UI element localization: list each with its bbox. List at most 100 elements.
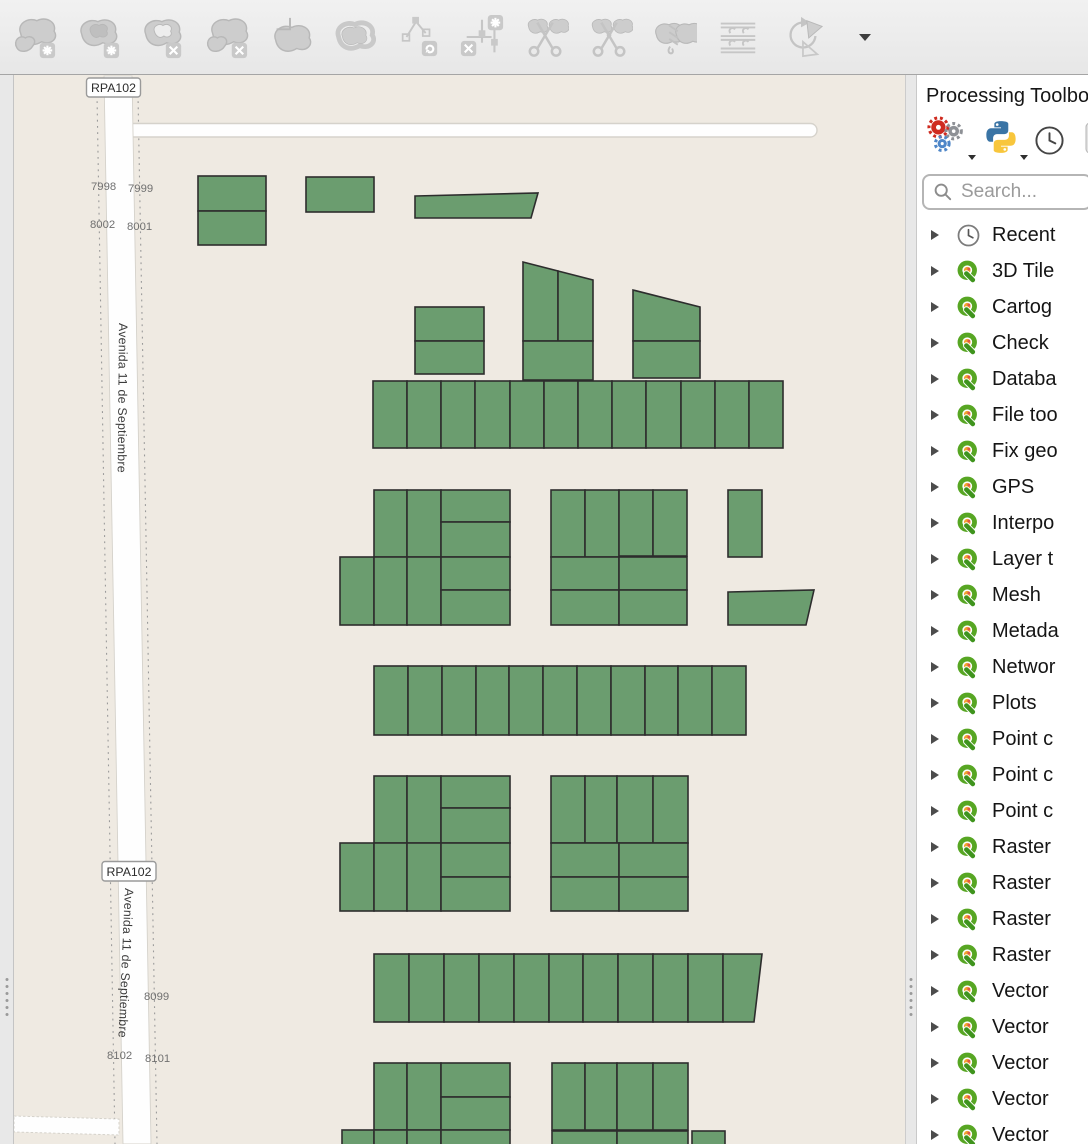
toolbox-options-gears-icon[interactable] bbox=[926, 114, 968, 161]
parcel-polygon[interactable] bbox=[552, 1063, 585, 1130]
parcel-polygon[interactable] bbox=[373, 381, 407, 448]
merge-attributes-icon[interactable] bbox=[715, 14, 761, 60]
parcel-polygon[interactable] bbox=[523, 341, 593, 380]
expander-triangle-icon[interactable] bbox=[931, 1130, 939, 1140]
parcel-polygon[interactable] bbox=[441, 808, 510, 843]
toolbox-group[interactable]: Point c bbox=[917, 793, 1088, 829]
parcel-polygon[interactable] bbox=[407, 1063, 441, 1130]
parcel-polygon[interactable] bbox=[374, 490, 407, 557]
parcel-polygon[interactable] bbox=[441, 877, 510, 911]
expander-triangle-icon[interactable] bbox=[931, 950, 939, 960]
parcel-polygon[interactable] bbox=[645, 666, 678, 735]
toolbox-group[interactable]: Vector bbox=[917, 1081, 1088, 1117]
parcel-polygon[interactable] bbox=[374, 666, 408, 735]
toolbar-dropdown-caret-icon[interactable] bbox=[859, 34, 871, 41]
parcel-polygon[interactable] bbox=[374, 843, 407, 911]
parcel-polygon[interactable] bbox=[549, 954, 583, 1022]
parcel-polygon[interactable] bbox=[551, 557, 619, 590]
parcel-polygon[interactable] bbox=[441, 590, 510, 625]
map-canvas[interactable]: RPA102RPA102Avenida 11 de SeptiembreAven… bbox=[14, 75, 905, 1144]
parcel-polygon[interactable] bbox=[407, 381, 441, 448]
parcel-polygon[interactable] bbox=[692, 1131, 725, 1144]
expander-triangle-icon[interactable] bbox=[931, 1022, 939, 1032]
expander-triangle-icon[interactable] bbox=[931, 338, 939, 348]
parcel-polygon[interactable] bbox=[441, 1130, 510, 1144]
add-part-icon[interactable] bbox=[11, 14, 57, 60]
parcel-polygon[interactable] bbox=[415, 193, 538, 218]
parcel-polygon[interactable] bbox=[619, 590, 687, 625]
parcel-polygon[interactable] bbox=[611, 666, 645, 735]
parcel-polygon[interactable] bbox=[585, 1063, 617, 1130]
parcel-polygon[interactable] bbox=[441, 843, 510, 877]
toolbox-group[interactable]: Vector bbox=[917, 973, 1088, 1009]
expander-triangle-icon[interactable] bbox=[931, 518, 939, 528]
parcel-polygon[interactable] bbox=[198, 211, 266, 245]
expander-triangle-icon[interactable] bbox=[931, 482, 939, 492]
parcel-polygon[interactable] bbox=[374, 954, 409, 1022]
parcel-polygon[interactable] bbox=[551, 776, 585, 843]
parcel-polygon[interactable] bbox=[407, 843, 441, 911]
parcel-polygon[interactable] bbox=[342, 1130, 374, 1144]
parcel-polygon[interactable] bbox=[577, 666, 611, 735]
parcel-polygon[interactable] bbox=[618, 954, 653, 1022]
parcel-polygon[interactable] bbox=[475, 381, 510, 448]
parcel-polygon[interactable] bbox=[523, 262, 558, 341]
expander-triangle-icon[interactable] bbox=[931, 446, 939, 456]
parcel-polygon[interactable] bbox=[442, 666, 476, 735]
parcel-polygon[interactable] bbox=[198, 176, 266, 211]
expander-triangle-icon[interactable] bbox=[931, 230, 939, 240]
parcel-polygon[interactable] bbox=[374, 1063, 407, 1130]
toolbox-group[interactable]: Vector bbox=[917, 1117, 1088, 1144]
parcel-polygon[interactable] bbox=[633, 341, 700, 378]
parcel-polygon[interactable] bbox=[441, 776, 510, 808]
parcel-polygon[interactable] bbox=[653, 776, 688, 843]
parcel-polygon[interactable] bbox=[617, 776, 653, 843]
parcel-polygon[interactable] bbox=[340, 843, 374, 911]
parcel-polygon[interactable] bbox=[749, 381, 783, 448]
toolbox-group[interactable]: Vector bbox=[917, 1009, 1088, 1045]
parcel-polygon[interactable] bbox=[340, 557, 374, 625]
parcel-polygon[interactable] bbox=[551, 490, 585, 557]
trim-extend-icon[interactable] bbox=[459, 14, 505, 60]
expander-triangle-icon[interactable] bbox=[931, 914, 939, 924]
expander-triangle-icon[interactable] bbox=[931, 878, 939, 888]
parcel-polygon[interactable] bbox=[619, 557, 687, 590]
parcel-polygon[interactable] bbox=[619, 877, 688, 911]
toolbox-group[interactable]: Check bbox=[917, 325, 1088, 361]
toolbox-group[interactable]: 3D Tile bbox=[917, 253, 1088, 289]
parcel-polygon[interactable] bbox=[678, 666, 712, 735]
expander-triangle-icon[interactable] bbox=[931, 734, 939, 744]
toolbox-group[interactable]: Databa bbox=[917, 361, 1088, 397]
parcel-polygon[interactable] bbox=[409, 954, 444, 1022]
parcel-polygon[interactable] bbox=[415, 341, 484, 374]
expander-triangle-icon[interactable] bbox=[931, 1094, 939, 1104]
parcel-polygon[interactable] bbox=[585, 776, 617, 843]
search-box[interactable] bbox=[922, 174, 1088, 210]
parcel-polygon[interactable] bbox=[551, 590, 619, 625]
parcel-polygon[interactable] bbox=[441, 522, 510, 557]
parcel-polygon[interactable] bbox=[441, 557, 510, 590]
parcel-polygon[interactable] bbox=[653, 954, 688, 1022]
parcel-polygon[interactable] bbox=[509, 666, 543, 735]
expander-triangle-icon[interactable] bbox=[931, 626, 939, 636]
expander-triangle-icon[interactable] bbox=[931, 770, 939, 780]
parcel-polygon[interactable] bbox=[619, 843, 688, 877]
expander-triangle-icon[interactable] bbox=[931, 1058, 939, 1068]
parcel-polygon[interactable] bbox=[374, 557, 407, 625]
split-parts-icon[interactable] bbox=[587, 14, 633, 60]
parcel-polygon[interactable] bbox=[407, 490, 441, 557]
expander-triangle-icon[interactable] bbox=[931, 662, 939, 672]
offset-curve-icon[interactable] bbox=[331, 14, 377, 60]
parcel-polygon[interactable] bbox=[444, 954, 479, 1022]
delete-part-icon[interactable] bbox=[203, 14, 249, 60]
toolbox-group[interactable]: GPS bbox=[917, 469, 1088, 505]
delete-ring-icon[interactable] bbox=[139, 14, 185, 60]
toolbox-group[interactable]: Vector bbox=[917, 1045, 1088, 1081]
parcel-polygon[interactable] bbox=[715, 381, 749, 448]
parcel-polygon[interactable] bbox=[653, 490, 687, 556]
python-scripts-icon[interactable] bbox=[982, 118, 1020, 161]
toolbox-group[interactable]: Metada bbox=[917, 613, 1088, 649]
parcel-polygon[interactable] bbox=[415, 307, 484, 341]
expander-triangle-icon[interactable] bbox=[931, 842, 939, 852]
split-features-icon[interactable] bbox=[523, 14, 569, 60]
